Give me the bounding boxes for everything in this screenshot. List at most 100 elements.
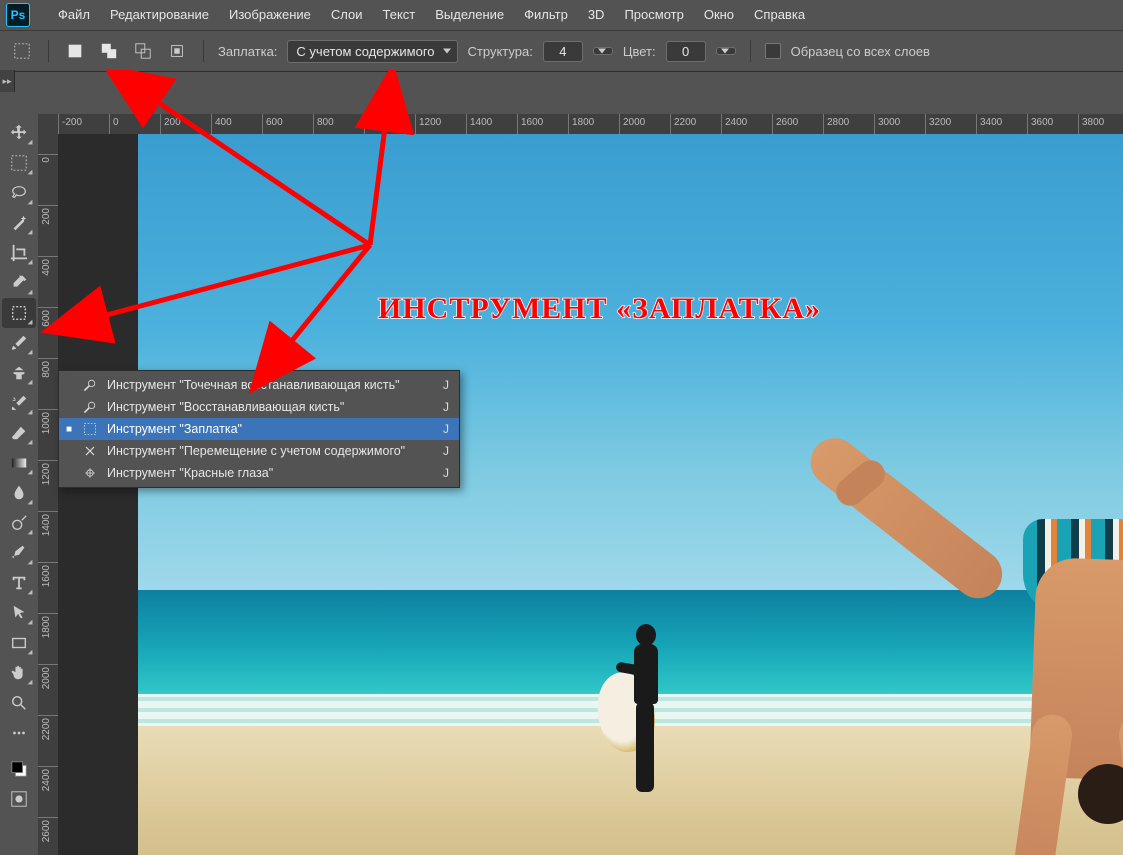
tool-icon (81, 399, 99, 415)
hand-tool[interactable] (2, 658, 36, 688)
menu-filter[interactable]: Фильтр (514, 0, 578, 30)
patch-add-icon[interactable] (97, 39, 121, 63)
flyout-shortcut: J (443, 378, 449, 392)
ruler-tick: 1200 (415, 114, 416, 134)
menu-help[interactable]: Справка (744, 0, 815, 30)
magic-wand-tool[interactable] (2, 208, 36, 238)
patch-subtract-icon[interactable] (131, 39, 155, 63)
menu-bar: Ps Файл Редактирование Изображение Слои … (0, 0, 1123, 31)
menu-3d[interactable]: 3D (578, 0, 615, 30)
flyout-item[interactable]: Инструмент "Красные глаза"J (59, 462, 459, 484)
ruler-tick: 2400 (721, 114, 722, 134)
color-swatch[interactable] (2, 754, 36, 784)
separator (750, 40, 751, 62)
flyout-item[interactable]: ■Инструмент "Заплатка"J (59, 418, 459, 440)
color-stepper[interactable] (716, 47, 736, 55)
quickmask-toggle[interactable] (2, 784, 36, 814)
sample-all-checkbox[interactable] (765, 43, 781, 59)
blur-tool[interactable] (2, 478, 36, 508)
color-value[interactable]: 0 (666, 41, 706, 62)
color-label: Цвет: (623, 44, 656, 59)
structure-stepper[interactable] (593, 47, 613, 55)
ruler-tick: 400 (211, 114, 212, 134)
ruler-tick: 1400 (38, 511, 58, 512)
ruler-tick: 1000 (38, 409, 58, 410)
rectangle-tool[interactable] (2, 628, 36, 658)
flyout-shortcut: J (443, 400, 449, 414)
brush-tool[interactable] (2, 328, 36, 358)
surfer-figure (608, 624, 678, 824)
eraser-tool[interactable] (2, 418, 36, 448)
ruler-horizontal[interactable]: -200020040060080010001200140016001800200… (38, 114, 1123, 135)
options-bar: Заплатка: С учетом содержимого Структура… (0, 31, 1123, 72)
canvas[interactable] (58, 134, 1123, 855)
structure-value[interactable]: 4 (543, 41, 583, 62)
ruler-tick: 400 (38, 256, 58, 257)
sample-all-label: Образец со всех слоев (791, 44, 930, 59)
clone-stamp-tool[interactable] (2, 358, 36, 388)
eyedropper-tool[interactable] (2, 268, 36, 298)
path-select-tool[interactable] (2, 598, 36, 628)
type-tool[interactable] (2, 568, 36, 598)
ruler-tick: 1600 (38, 562, 58, 563)
ruler-tick: 2000 (619, 114, 620, 134)
tool-icon (81, 377, 99, 393)
menu-image[interactable]: Изображение (219, 0, 321, 30)
menu-view[interactable]: Просмотр (614, 0, 693, 30)
dodge-tool[interactable] (2, 508, 36, 538)
gradient-tool[interactable] (2, 448, 36, 478)
history-brush-tool[interactable] (2, 388, 36, 418)
ruler-tick: 2200 (670, 114, 671, 134)
ruler-tick: 2800 (823, 114, 824, 134)
patch-intersect-icon[interactable] (165, 39, 189, 63)
annotation-label: ИНСТРУМЕНТ «ЗАПЛАТКА» (378, 292, 821, 326)
flyout-item[interactable]: Инструмент "Точечная восстанавливающая к… (59, 374, 459, 396)
menu-text[interactable]: Текст (373, 0, 426, 30)
zoom-tool[interactable] (2, 688, 36, 718)
ruler-tick: 2400 (38, 766, 58, 767)
flyout-label: Инструмент "Красные глаза" (107, 466, 435, 480)
edit-toolbar[interactable] (2, 718, 36, 748)
menu-file[interactable]: Файл (48, 0, 100, 30)
marquee-tool[interactable] (2, 148, 36, 178)
flyout-shortcut: J (443, 422, 449, 436)
menu-window[interactable]: Окно (694, 0, 744, 30)
pen-tool[interactable] (2, 538, 36, 568)
ruler-tick: 800 (313, 114, 314, 134)
lasso-tool[interactable] (2, 178, 36, 208)
patch-source-icon[interactable] (63, 39, 87, 63)
ruler-tick: 0 (109, 114, 110, 134)
flyout-item[interactable]: Инструмент "Восстанавливающая кисть"J (59, 396, 459, 418)
ruler-tick: 200 (160, 114, 161, 134)
menu-select[interactable]: Выделение (425, 0, 514, 30)
ruler-tick: 2600 (772, 114, 773, 134)
move-tool[interactable] (2, 118, 36, 148)
ruler-tick: 1600 (517, 114, 518, 134)
structure-label: Структура: (468, 44, 533, 59)
ruler-tick: 1800 (568, 114, 569, 134)
flyout-label: Инструмент "Заплатка" (107, 422, 435, 436)
ruler-vertical[interactable]: 0200400600800100012001400160018002000220… (38, 134, 59, 855)
patch-mode-select[interactable]: С учетом содержимого (287, 40, 457, 63)
ruler-tick: 3400 (976, 114, 977, 134)
ruler-tick: 2600 (38, 817, 58, 818)
patch-tool[interactable] (2, 298, 36, 328)
ruler-tick: 1000 (364, 114, 365, 134)
workspace: Наше фото.jpg @ 24,1% (RGB/8*) * ✕ -2000… (0, 70, 1123, 855)
ruler-tick: 1400 (466, 114, 467, 134)
ruler-tick: 3800 (1078, 114, 1079, 134)
ruler-tick: 1200 (38, 460, 58, 461)
current-tool-icon[interactable] (10, 39, 34, 63)
menu-layers[interactable]: Слои (321, 0, 373, 30)
ruler-tick: 0 (38, 154, 58, 155)
tool-icon (81, 421, 99, 437)
ruler-tick: 3600 (1027, 114, 1028, 134)
flyout-item[interactable]: Инструмент "Перемещение с учетом содержи… (59, 440, 459, 462)
crop-tool[interactable] (2, 238, 36, 268)
separator (48, 40, 49, 62)
flyout-label: Инструмент "Точечная восстанавливающая к… (107, 378, 435, 392)
app-logo: Ps (6, 3, 30, 27)
menu-edit[interactable]: Редактирование (100, 0, 219, 30)
ruler-tick: 2200 (38, 715, 58, 716)
document-image (138, 134, 1123, 855)
